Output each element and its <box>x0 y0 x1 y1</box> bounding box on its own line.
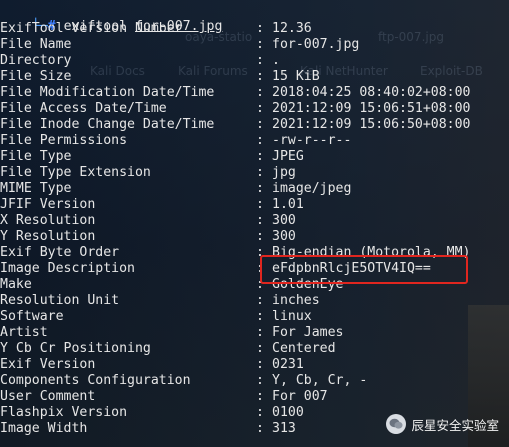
exif-key: File Inode Change Date/Time <box>0 117 215 132</box>
exif-key: Image Description <box>0 261 135 276</box>
exif-value: 12.36 <box>272 21 312 36</box>
exif-value: for-007.jpg <box>272 37 360 52</box>
exif-separator: : <box>256 53 264 68</box>
exif-value: 300 <box>272 229 296 244</box>
exif-value: 2021:12:09 15:06:50+08:00 <box>272 117 471 132</box>
exif-separator: : <box>256 229 264 244</box>
exif-separator: : <box>256 21 264 36</box>
exif-key: Components Configuration <box>0 373 191 388</box>
exif-key: Exif Byte Order <box>0 245 120 260</box>
exif-value: 0231 <box>272 357 304 372</box>
exif-key: File Type Extension <box>0 165 151 180</box>
exif-value: 1.01 <box>272 197 304 212</box>
exif-value: 2018:04:25 08:40:02+08:00 <box>272 85 471 100</box>
exif-separator: : <box>256 405 264 420</box>
exif-value: linux <box>272 309 312 324</box>
exif-value: JPEG <box>272 149 304 164</box>
terminal-window[interactable]: └─# exiftool for-007.jpg ExifTool Versio… <box>0 0 509 447</box>
watermark: 辰星安全实验室 <box>386 414 499 434</box>
exif-separator: : <box>256 373 264 388</box>
exif-separator: : <box>256 165 264 180</box>
command-prompt: └─# exiftool for-007.jpg <box>0 3 223 34</box>
exif-value: Centered <box>272 341 336 356</box>
exif-key: Software <box>0 309 64 324</box>
exif-key: MIME Type <box>0 181 72 196</box>
exif-key: Make <box>0 277 32 292</box>
exif-separator: : <box>256 197 264 212</box>
exif-key: Y Cb Cr Positioning <box>0 341 151 356</box>
exif-key: Image Width <box>0 421 88 436</box>
exif-key: Flashpix Version <box>0 405 128 420</box>
exif-value: image/jpeg <box>272 181 352 196</box>
exif-separator: : <box>256 117 264 132</box>
exif-separator: : <box>256 421 264 436</box>
exif-separator: : <box>256 101 264 116</box>
exif-separator: : <box>256 133 264 148</box>
exif-value: For James <box>272 325 344 340</box>
watermark-text: 辰星安全实验室 <box>411 417 499 433</box>
exif-key: File Modification Date/Time <box>0 85 215 100</box>
exif-key: Artist <box>0 325 48 340</box>
exif-value: For 007 <box>272 389 328 404</box>
exif-value: 2021:12:09 15:06:51+08:00 <box>272 101 471 116</box>
exif-value: inches <box>272 293 320 308</box>
exif-separator: : <box>256 293 264 308</box>
exif-separator: : <box>256 37 264 52</box>
exif-value: . <box>272 53 280 68</box>
exif-key: File Access Date/Time <box>0 101 167 116</box>
wechat-bubble-icon <box>386 414 407 434</box>
exif-value: 313 <box>272 421 296 436</box>
exif-value: -rw-r--r-- <box>272 133 352 148</box>
exif-value: Y, Cb, Cr, - <box>272 373 368 388</box>
exif-value: 15 KiB <box>272 69 320 84</box>
exif-key: ExifTool Version Number <box>0 21 183 36</box>
exif-key: X Resolution <box>0 213 96 228</box>
exif-separator: : <box>256 325 264 340</box>
exif-separator: : <box>256 181 264 196</box>
exif-separator: : <box>256 341 264 356</box>
exif-key: File Permissions <box>0 133 128 148</box>
exif-key: Directory <box>0 53 72 68</box>
exif-key: User Comment <box>0 389 96 404</box>
exif-separator: : <box>256 213 264 228</box>
exif-separator: : <box>256 69 264 84</box>
exif-separator: : <box>256 389 264 404</box>
exif-key: Resolution Unit <box>0 293 120 308</box>
exif-separator: : <box>256 85 264 100</box>
exif-separator: : <box>256 309 264 324</box>
exif-separator: : <box>256 149 264 164</box>
exif-value: 300 <box>272 213 296 228</box>
exif-key: File Name <box>0 37 72 52</box>
exif-value: jpg <box>272 165 296 180</box>
exif-key: File Size <box>0 69 72 84</box>
exif-separator: : <box>256 357 264 372</box>
exif-key: Exif Version <box>0 357 96 372</box>
exif-key: File Type <box>0 149 72 164</box>
highlight-box <box>260 255 468 284</box>
exif-key: JFIF Version <box>0 197 96 212</box>
exif-value: 0100 <box>272 405 304 420</box>
exif-key: Y Resolution <box>0 229 96 244</box>
